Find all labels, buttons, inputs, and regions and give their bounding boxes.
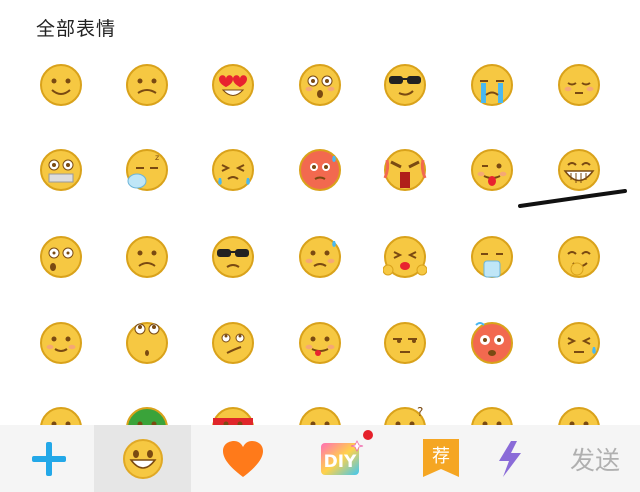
drool-icon bbox=[299, 322, 341, 364]
more-tab[interactable] bbox=[480, 425, 540, 492]
unamused-icon bbox=[384, 322, 426, 364]
tongue-out-icon bbox=[471, 149, 513, 191]
emoji-cell[interactable] bbox=[39, 148, 83, 192]
smiley-icon bbox=[122, 438, 163, 479]
svg-text:DIY: DIY bbox=[323, 452, 356, 472]
speechless-sweat-icon bbox=[558, 322, 600, 364]
emoji-cell[interactable] bbox=[383, 235, 427, 279]
emoji-cell[interactable] bbox=[211, 235, 255, 279]
emoji-cell[interactable] bbox=[557, 63, 601, 107]
sleepy-icon: z bbox=[126, 149, 168, 191]
cool-frown-icon bbox=[212, 236, 254, 278]
pleading-icon bbox=[383, 236, 427, 278]
vomit-icon bbox=[471, 236, 513, 278]
emoji-cell[interactable] bbox=[557, 148, 601, 192]
heart-icon bbox=[222, 440, 263, 477]
crying-icon bbox=[471, 64, 513, 106]
smirk-icon bbox=[212, 322, 254, 364]
emoji-cell[interactable] bbox=[211, 321, 255, 365]
emoji-cell[interactable] bbox=[383, 63, 427, 107]
smile-icon bbox=[40, 64, 82, 106]
dizzy-angry-icon bbox=[471, 322, 513, 364]
emoji-cell[interactable] bbox=[211, 63, 255, 107]
surprised-icon bbox=[299, 64, 341, 106]
emoji-cell[interactable] bbox=[125, 63, 169, 107]
emoji-cell[interactable] bbox=[298, 63, 342, 107]
favorites-tab[interactable] bbox=[194, 425, 291, 492]
emoji-cell[interactable] bbox=[470, 63, 514, 107]
diy-badge-dot bbox=[363, 430, 373, 440]
sweat-squint-icon bbox=[212, 149, 254, 191]
emoji-cell[interactable] bbox=[125, 235, 169, 279]
nervous-sweat-icon bbox=[299, 236, 341, 278]
emoji-cell[interactable] bbox=[470, 235, 514, 279]
emoji-cell[interactable] bbox=[298, 321, 342, 365]
emoji-cell[interactable] bbox=[298, 148, 342, 192]
diy-icon: DIY bbox=[320, 439, 363, 475]
emoji-cell[interactable] bbox=[39, 235, 83, 279]
emoji-cell[interactable] bbox=[470, 321, 514, 365]
emoji-cell[interactable] bbox=[383, 148, 427, 192]
shy-icon bbox=[558, 64, 600, 106]
sunglasses-icon bbox=[384, 64, 426, 106]
bookmark-icon: 荐 bbox=[422, 438, 459, 477]
grin-icon bbox=[558, 149, 600, 191]
emoji-grid: z? bbox=[0, 0, 640, 449]
startled-icon bbox=[40, 236, 82, 278]
emoji-cell[interactable] bbox=[39, 63, 83, 107]
angry-red-icon bbox=[299, 149, 341, 191]
lightning-icon bbox=[499, 440, 521, 477]
emoji-cell[interactable] bbox=[125, 321, 169, 365]
svg-text:z: z bbox=[155, 153, 159, 162]
eyes-up-icon bbox=[126, 322, 168, 364]
emoji-cell[interactable] bbox=[383, 321, 427, 365]
emoji-cell[interactable]: z bbox=[125, 148, 169, 192]
recommend-tab[interactable]: 荐 bbox=[392, 425, 489, 492]
worried-icon bbox=[126, 64, 168, 106]
add-tab[interactable] bbox=[0, 425, 97, 492]
blush-icon bbox=[40, 322, 82, 364]
emoji-cell[interactable] bbox=[298, 235, 342, 279]
svg-text:?: ? bbox=[417, 406, 423, 419]
emoji-cell[interactable] bbox=[557, 321, 601, 365]
send-button[interactable]: 发送 bbox=[570, 425, 620, 492]
emoji-tab[interactable] bbox=[94, 425, 191, 492]
diy-tab[interactable]: DIY bbox=[292, 425, 389, 492]
zipped-mouth-icon bbox=[40, 149, 82, 191]
sad-icon bbox=[126, 236, 168, 278]
furious-icon bbox=[383, 149, 427, 191]
emoji-cell[interactable] bbox=[39, 321, 83, 365]
plus-icon bbox=[31, 441, 66, 476]
svg-text:荐: 荐 bbox=[432, 446, 450, 467]
laugh-cover-icon bbox=[558, 236, 600, 278]
emoji-cell[interactable] bbox=[211, 148, 255, 192]
emoji-cell[interactable] bbox=[470, 148, 514, 192]
emoji-cell[interactable] bbox=[557, 235, 601, 279]
bottom-toolbar: DIY 荐 发送 bbox=[0, 425, 640, 492]
heart-eyes-icon bbox=[212, 64, 254, 106]
